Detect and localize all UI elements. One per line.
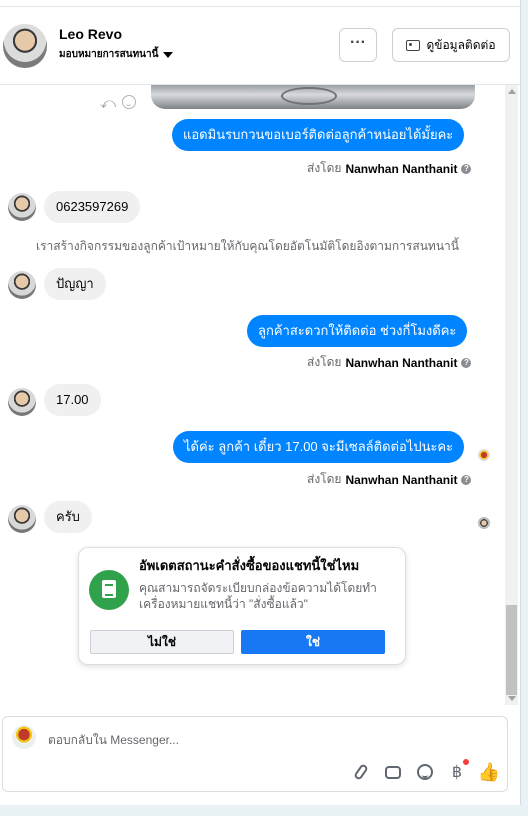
sent-by-label: ส่งโดย Nanwhan Nanthanit ? [307,159,472,178]
caret-down-icon [163,51,174,58]
message-bubble-outgoing[interactable]: ลูกค้าสะดวกให้ติดต่อ ช่วงกี่โมงดีคะ [247,315,468,347]
reply-input[interactable]: ตอบกลับใน Messenger... [48,731,179,750]
contact-avatar[interactable] [3,24,47,68]
contact-card-icon [406,39,421,51]
contact-avatar-small[interactable] [8,193,36,221]
message-thread: ⤺ แอดมินรบกวนขอเบอร์ติดต่อลูกค้าหน่อยได้… [0,85,505,705]
no-button[interactable]: ไม่ใช่ [90,630,234,654]
help-icon[interactable]: ? [461,163,472,174]
card-title: อัพเดตสถานะคำสั่งซื้อของแชทนี้ใช่ไหม [139,558,360,573]
chat-bubble-icon[interactable] [382,760,404,783]
message-composer: ตอบกลับใน Messenger... ฿ 👍 [2,716,508,792]
more-options-button[interactable]: ··· [339,28,377,62]
currency-symbol: ฿ [451,764,463,781]
system-notice: เราสร้างกิจกรรมของลูกค้าเป้าหมายให้กับคุ… [36,239,459,253]
composer-toolbar: ฿ 👍 [350,759,500,783]
thumbs-up-icon[interactable]: 👍 [478,761,500,783]
order-receipt-icon [89,570,129,610]
conversation-header: Leo Revo มอบหมายการสนทนานี้ ··· ดูข้อมูล… [0,6,520,85]
order-status-prompt-card: อัพเดตสถานะคำสั่งซื้อของแชทนี้ใช่ไหม คุณ… [78,547,406,665]
contact-avatar-small[interactable] [8,505,36,533]
scroll-down-arrow-icon[interactable] [508,696,516,701]
contact-avatar-small[interactable] [8,271,36,299]
paperclip-icon[interactable] [350,761,372,783]
card-description: คุณสามารถจัดระเบียบกล่องข้อความได้โดยทำเ… [139,581,377,611]
seen-avatar [478,517,490,529]
message-bubble-incoming[interactable]: 0623597269 [44,191,141,223]
message-bubble-incoming[interactable]: ปัญญา [44,268,106,300]
contact-name[interactable]: Leo Revo [59,26,122,42]
scroll-thumb[interactable] [506,605,517,695]
view-contact-info-button[interactable]: ดูข้อมูลติดต่อ [392,28,510,62]
notification-dot [463,759,469,765]
help-icon[interactable]: ? [461,357,472,368]
assign-conversation-dropdown[interactable]: มอบหมายการสนทนานี้ [59,47,174,62]
sent-by-prefix: ส่งโดย [307,472,342,486]
react-emoji-icon[interactable] [122,95,136,109]
sent-by-agent: Nanwhan Nanthanit [345,355,458,370]
assign-label: มอบหมายการสนทนานี้ [59,49,159,60]
sent-by-label: ส่งโดย Nanwhan Nanthanit ? [307,353,472,372]
message-bubble-incoming[interactable]: 17.00 [44,384,101,416]
sent-by-prefix: ส่งโดย [307,161,342,175]
help-icon[interactable]: ? [461,474,472,485]
scroll-up-arrow-icon[interactable] [508,89,516,94]
sent-by-agent: Nanwhan Nanthanit [345,161,458,176]
page-avatar [12,725,36,749]
messenger-panel: Leo Revo มอบหมายการสนทนานี้ ··· ดูข้อมูล… [0,0,521,805]
view-contact-info-label: ดูข้อมูลติดต่อ [426,37,496,52]
reply-icon[interactable]: ⤺ [100,95,116,112]
sent-by-agent: Nanwhan Nanthanit [345,472,458,487]
message-scrollbar[interactable] [505,85,518,705]
emoji-icon[interactable] [414,761,436,783]
yes-button[interactable]: ใช่ [241,630,385,654]
message-bubble-outgoing[interactable]: แอดมินรบกวนขอเบอร์ติดต่อลูกค้าหน่อยได้มั… [172,119,465,151]
contact-avatar-small[interactable] [8,388,36,416]
read-receipt-avatar [478,449,490,461]
message-bubble-outgoing[interactable]: ได้ค่ะ ลูกค้า เดี๋ยว 17.00 จะมีเซลล์ติดต… [173,431,465,463]
currency-icon[interactable]: ฿ [446,759,469,783]
image-attachment[interactable] [151,85,475,109]
sent-by-label: ส่งโดย Nanwhan Nanthanit ? [307,470,472,489]
message-bubble-incoming[interactable]: ครับ [44,501,92,533]
sent-by-prefix: ส่งโดย [307,355,342,369]
